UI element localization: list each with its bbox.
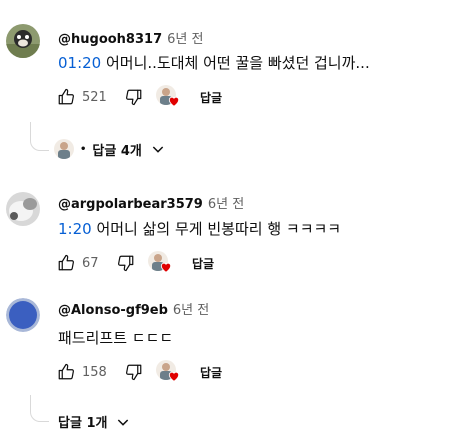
creator-heart (148, 251, 174, 275)
thumbs-down-icon (126, 364, 142, 381)
comment-thread: @argpolarbear3579 6년 전 1:20 어머니 삶의 무게 빈봉따… (0, 175, 452, 285)
avatar[interactable] (6, 192, 40, 226)
comment-body: 패드리프트 ㄷㄷㄷ (58, 329, 174, 347)
dislike-button[interactable] (124, 87, 144, 107)
dot-separator: • (80, 143, 87, 155)
creator-heart (156, 360, 182, 384)
author-name[interactable]: @argpolarbear3579 (58, 197, 203, 212)
like-count: 67 (82, 255, 99, 271)
heart-icon (168, 96, 180, 107)
heart-icon (168, 371, 180, 382)
avatar[interactable] (6, 24, 40, 58)
comment-actions: 67 답글 (56, 251, 214, 275)
creator-heart (156, 85, 182, 109)
like-button[interactable] (56, 87, 76, 107)
like-button[interactable] (56, 253, 76, 273)
replies-toggle[interactable]: • 답글 4개 (54, 139, 166, 159)
replies-count: 답글 1개 (58, 416, 108, 431)
like-count: 521 (82, 89, 107, 105)
comment-body: 어머니 삶의 무게 빈봉따리 행 ㅋㅋㅋㅋ (91, 220, 342, 238)
thumbs-up-icon (58, 363, 74, 380)
thread-connector (30, 122, 49, 151)
comment-thread: @hugooh8317 6년 전 01:20 어머니..도대체 어떤 꿀을 빠셨던… (0, 0, 452, 175)
like-button[interactable] (56, 362, 76, 382)
comment-actions: 521 답글 (56, 85, 222, 109)
comment-time[interactable]: 6년 전 (208, 197, 244, 212)
comment-header: @argpolarbear3579 6년 전 (58, 193, 244, 212)
reply-button[interactable]: 답글 (200, 364, 222, 381)
comment-body: 어머니..도대체 어떤 꿀을 빠셨던 겁니까... (101, 54, 370, 72)
like-count: 158 (82, 364, 107, 380)
comment-header: @Alonso-gf9eb 6년 전 (58, 299, 209, 318)
comment-time[interactable]: 6년 전 (173, 303, 209, 318)
avatar[interactable] (6, 298, 40, 332)
comment-text: 패드리프트 ㄷㄷㄷ (58, 327, 173, 348)
comment-text: 01:20 어머니..도대체 어떤 꿀을 빠셨던 겁니까... (58, 52, 370, 73)
reply-button[interactable]: 답글 (200, 89, 222, 106)
author-name[interactable]: @hugooh8317 (58, 32, 162, 47)
thumbs-up-icon (58, 254, 74, 271)
reply-button[interactable]: 답글 (192, 255, 214, 272)
comment-actions: 158 답글 (56, 360, 222, 384)
comment-text: 1:20 어머니 삶의 무게 빈봉따리 행 ㅋㅋㅋㅋ (58, 218, 341, 239)
thumbs-down-icon (118, 255, 134, 272)
creator-avatar (54, 139, 74, 159)
thread-connector (30, 395, 49, 422)
dislike-button[interactable] (124, 362, 144, 382)
chevron-down-icon (152, 146, 164, 153)
thumbs-up-icon (58, 88, 74, 105)
author-name[interactable]: @Alonso-gf9eb (58, 303, 168, 318)
heart-icon (160, 262, 172, 273)
comment-time[interactable]: 6년 전 (167, 32, 203, 47)
chevron-down-icon (118, 418, 129, 426)
timestamp-link[interactable]: 01:20 (58, 54, 101, 72)
thumbs-down-icon (126, 89, 142, 106)
dislike-button[interactable] (116, 253, 136, 273)
replies-toggle[interactable]: 답글 1개 (58, 412, 131, 431)
replies-count: 답글 4개 (92, 143, 142, 159)
comment-thread: @Alonso-gf9eb 6년 전 패드리프트 ㄷㄷㄷ 158 답글 답글 1개 (0, 285, 452, 440)
timestamp-link[interactable]: 1:20 (58, 220, 92, 238)
comment-header: @hugooh8317 6년 전 (58, 28, 203, 47)
